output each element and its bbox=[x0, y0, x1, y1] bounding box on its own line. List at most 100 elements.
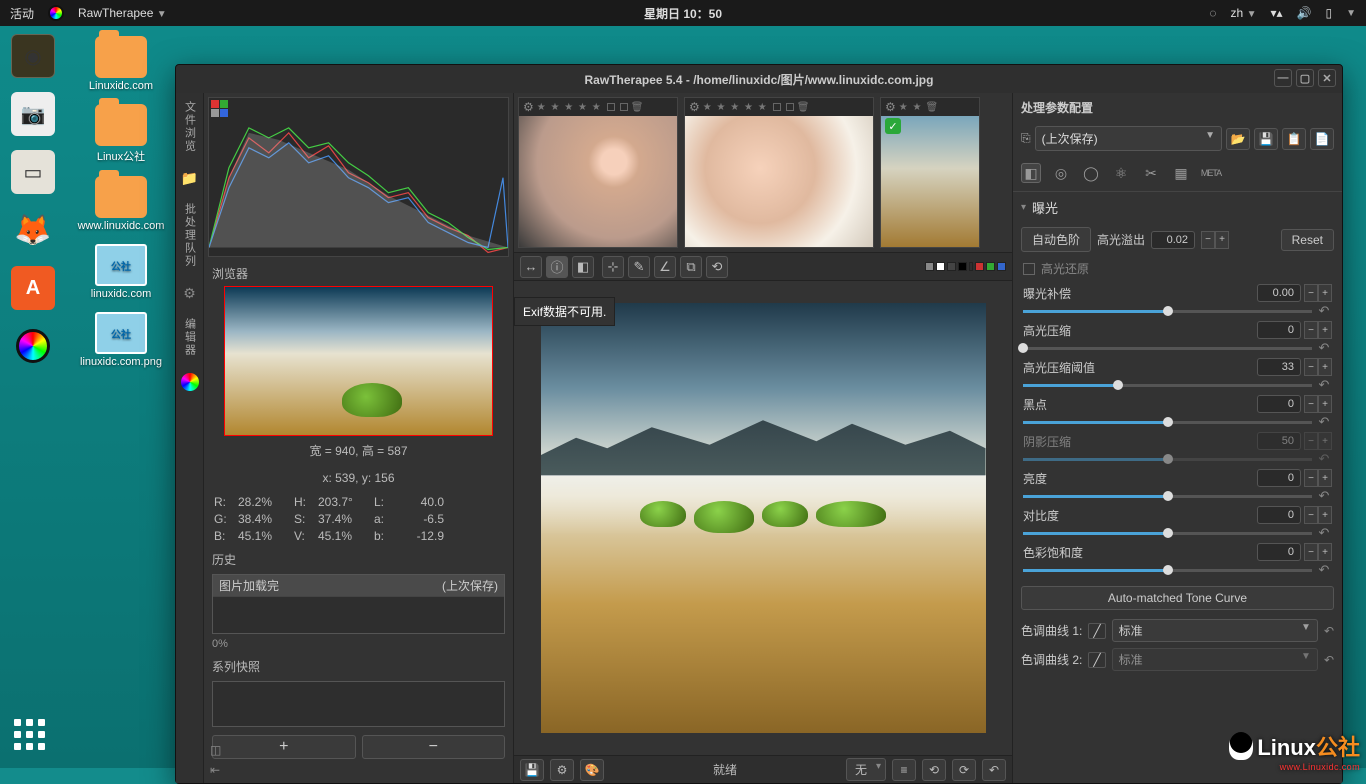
wifi-icon[interactable]: ▾▴ bbox=[1270, 6, 1282, 20]
slider-value[interactable]: 0.00 bbox=[1257, 284, 1301, 302]
profile-selector[interactable]: (上次保存)▼ bbox=[1035, 126, 1222, 151]
minus-button[interactable]: − bbox=[1304, 284, 1318, 302]
undo-icon[interactable]: ↶ bbox=[1316, 562, 1332, 578]
desktop-folder[interactable]: Linuxidc.com bbox=[89, 36, 153, 92]
histogram[interactable] bbox=[208, 97, 509, 257]
wb-picker-button[interactable]: ⊹ bbox=[602, 256, 624, 278]
save-button[interactable]: 💾 bbox=[520, 759, 544, 781]
zoom-out-button[interactable]: − bbox=[362, 735, 506, 759]
auto-tone-curve-button[interactable]: Auto-matched Tone Curve bbox=[1021, 586, 1334, 610]
desktop-image[interactable]: 公社linuxidc.com.png bbox=[80, 312, 162, 368]
colorb-picker-button[interactable]: ✎ bbox=[628, 256, 650, 278]
dock-item-software[interactable]: A bbox=[11, 266, 55, 310]
minus-button[interactable]: − bbox=[1304, 506, 1318, 524]
plus-button[interactable]: + bbox=[1318, 358, 1332, 376]
undo-icon[interactable]: ↶ bbox=[1316, 377, 1332, 393]
undo-icon[interactable]: ↶ bbox=[1316, 525, 1332, 541]
minus-button[interactable]: − bbox=[1304, 395, 1318, 413]
show-applications-button[interactable] bbox=[14, 719, 45, 750]
info-button[interactable]: ⓘ bbox=[546, 256, 568, 278]
dock-item-files[interactable]: ▭ bbox=[11, 150, 55, 194]
window-titlebar[interactable]: RawTherapee 5.4 - /home/linuxidc/图片/www.… bbox=[176, 65, 1342, 93]
profile-save-button[interactable]: 💾 bbox=[1254, 128, 1278, 150]
activities-button[interactable]: 活动 bbox=[10, 5, 34, 22]
raiseraw-tab-icon[interactable]: ▦ bbox=[1171, 163, 1191, 183]
rotate-left-button[interactable]: ⟲ bbox=[922, 759, 946, 781]
crop-button[interactable]: ⧉ bbox=[680, 256, 702, 278]
slider-value[interactable]: 50 bbox=[1257, 432, 1301, 450]
volume-icon[interactable]: 🔊 bbox=[1297, 6, 1312, 20]
hand-tool-button[interactable]: ↔ bbox=[520, 256, 542, 278]
exposure-section-header[interactable]: 曝光 bbox=[1013, 192, 1342, 223]
gear-icon[interactable]: ⚙ bbox=[523, 100, 534, 114]
color-mgmt-button[interactable]: ≡ bbox=[892, 759, 916, 781]
tone-curve2-mode[interactable]: 标准▼ bbox=[1112, 648, 1318, 671]
exposure-tab-icon[interactable]: ◧ bbox=[1021, 163, 1041, 183]
ime-indicator[interactable]: zh ▼ bbox=[1231, 6, 1257, 20]
profile-load-button[interactable]: 📂 bbox=[1226, 128, 1250, 150]
plus-button[interactable]: + bbox=[1318, 321, 1332, 339]
slider-value[interactable]: 33 bbox=[1257, 358, 1301, 376]
folder-icon[interactable]: 📁 bbox=[181, 169, 199, 187]
slider-track[interactable]: ↶ bbox=[1023, 489, 1332, 503]
curve-type-icon[interactable]: ╱ bbox=[1088, 652, 1105, 668]
tab-batch-queue[interactable]: 批处理队列 bbox=[182, 203, 198, 268]
slider-value[interactable]: 0 bbox=[1257, 321, 1301, 339]
plus-button[interactable]: + bbox=[1318, 395, 1332, 413]
detail-tab-icon[interactable]: ◎ bbox=[1051, 163, 1071, 183]
clock[interactable]: 星期日 10：50 bbox=[644, 5, 722, 22]
slider-value[interactable]: 0 bbox=[1257, 506, 1301, 524]
gear-icon[interactable]: ⚙ bbox=[689, 100, 700, 114]
undo-icon[interactable]: ↶ bbox=[1316, 340, 1332, 356]
minus-button[interactable]: − bbox=[1304, 321, 1318, 339]
plus-button[interactable]: + bbox=[1318, 432, 1332, 450]
gear-icon[interactable]: ⚙ bbox=[885, 100, 896, 114]
meta-tab-icon[interactable]: META bbox=[1201, 163, 1221, 183]
gear-icon[interactable]: ⚙ bbox=[181, 284, 199, 302]
straighten-button[interactable]: ∠ bbox=[654, 256, 676, 278]
curve-type-icon[interactable]: ╱ bbox=[1088, 623, 1105, 639]
external-editor-button[interactable]: 🎨 bbox=[580, 759, 604, 781]
background-mode-select[interactable]: 无 bbox=[846, 758, 886, 781]
hl-recon-checkbox[interactable] bbox=[1023, 263, 1035, 275]
minus-button[interactable]: − bbox=[1304, 358, 1318, 376]
preview-canvas[interactable]: Exif数据不可用. bbox=[514, 281, 1012, 755]
plus-button[interactable]: + bbox=[1318, 469, 1332, 487]
dock-item-rawtherapee[interactable] bbox=[11, 324, 55, 368]
maximize-button[interactable]: ▢ bbox=[1296, 69, 1314, 87]
trash-icon[interactable]: 🗑 bbox=[797, 102, 810, 113]
softproof-swatches[interactable] bbox=[925, 262, 1006, 271]
filmstrip-thumb[interactable]: ⚙★ ★ ★ ★ ★🗑 bbox=[684, 97, 874, 248]
app-indicator-icon[interactable] bbox=[48, 5, 64, 21]
plus-button[interactable]: + bbox=[1318, 543, 1332, 561]
history-list[interactable]: 图片加载完(上次保存) bbox=[212, 574, 505, 634]
slider-track[interactable]: ↶ bbox=[1023, 563, 1332, 577]
panel-collapse-icon[interactable]: ⇤ bbox=[210, 763, 221, 777]
navigator-thumbnail[interactable] bbox=[224, 286, 493, 436]
dock-item-firefox[interactable]: 🦊 bbox=[11, 208, 55, 252]
slider-track[interactable]: ↶ bbox=[1023, 341, 1332, 355]
rotate-right-button[interactable]: ⟳ bbox=[952, 759, 976, 781]
minus-button[interactable]: − bbox=[1304, 543, 1318, 561]
profile-mode-icon[interactable]: ⎘ bbox=[1021, 131, 1031, 146]
queue-button[interactable]: ⚙ bbox=[550, 759, 574, 781]
before-after-button[interactable]: ◧ bbox=[572, 256, 594, 278]
system-menu-caret[interactable]: ▼ bbox=[1346, 8, 1356, 19]
slider-value[interactable]: 0 bbox=[1257, 543, 1301, 561]
minus-button[interactable]: − bbox=[1304, 469, 1318, 487]
trash-icon[interactable]: 🗑 bbox=[925, 102, 938, 113]
undo-icon[interactable]: ↶ bbox=[1316, 451, 1332, 467]
close-button[interactable]: ✕ bbox=[1318, 69, 1336, 87]
dock-item-camera[interactable]: 📷 bbox=[11, 92, 55, 136]
rotate-button[interactable]: ⟲ bbox=[706, 256, 728, 278]
highlight-clip-value[interactable]: 0.02 bbox=[1151, 231, 1195, 249]
minus-button[interactable]: − bbox=[1304, 432, 1318, 450]
plus-button[interactable]: + bbox=[1215, 231, 1229, 249]
profile-copy-button[interactable]: 📋 bbox=[1282, 128, 1306, 150]
tab-editor[interactable]: 编辑器 bbox=[182, 318, 198, 357]
undo-icon[interactable]: ↶ bbox=[1316, 303, 1332, 319]
battery-icon[interactable]: ▯ bbox=[1325, 6, 1332, 20]
sync-button[interactable]: ↶ bbox=[982, 759, 1006, 781]
slider-track[interactable]: ↶ bbox=[1023, 378, 1332, 392]
app-menu[interactable]: RawTherapee ▼ bbox=[78, 6, 167, 20]
